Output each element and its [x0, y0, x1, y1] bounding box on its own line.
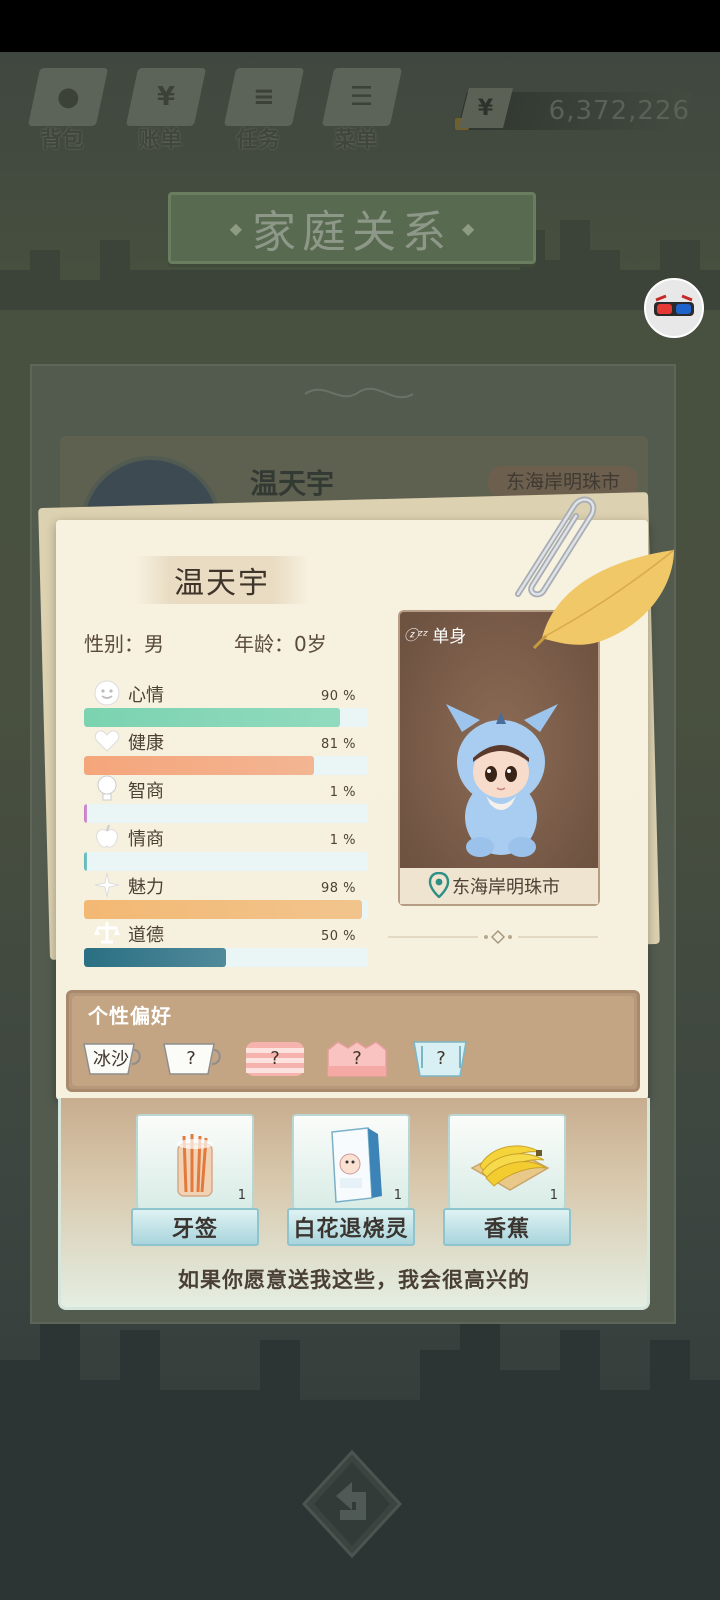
- stat-bar-track: [84, 756, 368, 775]
- gift-slot-toothpick[interactable]: 1: [136, 1114, 254, 1210]
- preference-label: 冰沙: [93, 1049, 129, 1070]
- gift-count: 1: [393, 1188, 402, 1203]
- stat-percent: 50 %: [320, 929, 356, 944]
- stat-eq: 情商 1 %: [84, 822, 368, 872]
- gift-slot-banana[interactable]: 1: [448, 1114, 566, 1210]
- scale-icon: [92, 918, 122, 948]
- stat-health: 健康 81 %: [84, 726, 368, 776]
- stat-bar-track: [84, 708, 368, 727]
- member-name: 温天宇: [250, 467, 335, 500]
- stat-label: 魅力: [128, 877, 164, 898]
- divider-ornament: [388, 929, 598, 945]
- sleep-zzz-icon: ⓩᶻᶻ: [404, 627, 429, 644]
- preference-item-cup[interactable]: 冰沙: [80, 1036, 142, 1080]
- stat-percent: 98 %: [320, 881, 356, 896]
- bag-icon: ●: [56, 82, 80, 112]
- preference-label: ?: [436, 1047, 446, 1069]
- nav-menu[interactable]: ☰ 菜单: [316, 62, 406, 157]
- gift-button-toothpick[interactable]: 牙签: [131, 1208, 259, 1246]
- status-bar: [0, 0, 720, 52]
- stat-bar-track: [84, 948, 368, 967]
- 3d-glasses-button[interactable]: [644, 278, 704, 338]
- stat-label: 道德: [128, 925, 164, 946]
- apple-icon: [92, 822, 122, 852]
- stat-mood: 心情 90 %: [84, 678, 368, 728]
- age-label: 年龄：0岁: [234, 632, 327, 656]
- bulb-icon: [92, 774, 122, 804]
- preference-item-unknown[interactable]: ?: [326, 1036, 388, 1080]
- stat-bar-fill: [84, 804, 87, 823]
- preference-label: ?: [352, 1047, 362, 1069]
- stat-bar-track: [84, 900, 368, 919]
- stat-percent: 1 %: [329, 785, 356, 800]
- gift-count: 1: [549, 1188, 558, 1203]
- stat-bar-track: [84, 852, 368, 871]
- preference-item-unknown[interactable]: ?: [410, 1036, 472, 1080]
- stat-bar-fill: [84, 948, 226, 967]
- page-title: 家庭关系: [252, 207, 452, 258]
- stat-bar-fill: [84, 900, 363, 919]
- stat-percent: 1 %: [329, 833, 356, 848]
- stat-label: 心情: [128, 685, 164, 706]
- sparkle-icon: [92, 870, 122, 900]
- relationship-status: ⓩᶻᶻ 单身: [404, 622, 466, 647]
- location-label: 东海岸明珠市: [452, 877, 560, 898]
- task-icon: ≡: [253, 82, 275, 112]
- back-button[interactable]: [300, 1448, 404, 1560]
- scroll-ornament: [304, 387, 414, 399]
- diamond-icon: ◆: [229, 218, 242, 238]
- nav-menu-label: 菜单: [333, 128, 378, 153]
- stat-percent: 81 %: [320, 737, 356, 752]
- page-title-banner: ◆ 家庭关系 ◆: [168, 192, 536, 264]
- status-label: 单身: [432, 627, 467, 647]
- stat-iq: 智商 1 %: [84, 774, 368, 824]
- stat-label: 健康: [128, 733, 164, 754]
- location-pin-icon: [428, 872, 450, 898]
- bill-icon: ¥: [156, 82, 176, 112]
- preference-label: ?: [270, 1047, 280, 1069]
- preference-item-unknown[interactable]: ?: [160, 1036, 222, 1080]
- stat-bar-fill: [84, 708, 340, 727]
- gift-slot-medicine[interactable]: 1: [292, 1114, 410, 1210]
- stat-label: 智商: [128, 781, 164, 802]
- stat-percent: 90 %: [320, 689, 356, 704]
- stat-bar-fill: [84, 852, 87, 871]
- stat-bar-track: [84, 804, 368, 823]
- preference-item-unknown[interactable]: ?: [244, 1036, 306, 1080]
- menu-icon: ☰: [350, 82, 374, 112]
- heart-icon: [92, 726, 122, 756]
- nav-bill-label: 账单: [137, 128, 182, 153]
- nav-bag[interactable]: ● 背包: [22, 62, 112, 157]
- preference-label: ?: [186, 1047, 196, 1069]
- nav-task[interactable]: ≡ 任务: [218, 62, 308, 157]
- paper-clip-decoration: [515, 496, 597, 598]
- gift-button-banana[interactable]: 香蕉: [443, 1208, 571, 1246]
- nav-task-label: 任务: [235, 128, 280, 153]
- gift-button-medicine[interactable]: 白花退烧灵: [287, 1208, 415, 1246]
- preferences-title: 个性偏好: [88, 1004, 172, 1028]
- gender-label: 性别：男: [84, 632, 164, 656]
- gift-message: 如果你愿意送我这些，我会很高兴的: [178, 1268, 530, 1292]
- stat-morality: 道德 50 %: [84, 918, 368, 968]
- stat-charm: 魅力 98 %: [84, 870, 368, 920]
- stat-bar-fill: [84, 756, 315, 775]
- gift-count: 1: [237, 1188, 246, 1203]
- nav-bill[interactable]: ¥ 账单: [120, 62, 210, 157]
- smile-icon: [92, 678, 122, 708]
- nav-bag-label: 背包: [39, 128, 84, 153]
- stat-label: 情商: [128, 829, 164, 850]
- profile-name: 温天宇: [174, 566, 270, 601]
- diamond-icon: ◆: [462, 218, 475, 238]
- money-value: 6,372,226: [548, 96, 690, 126]
- 3d-glasses-icon: [654, 294, 694, 316]
